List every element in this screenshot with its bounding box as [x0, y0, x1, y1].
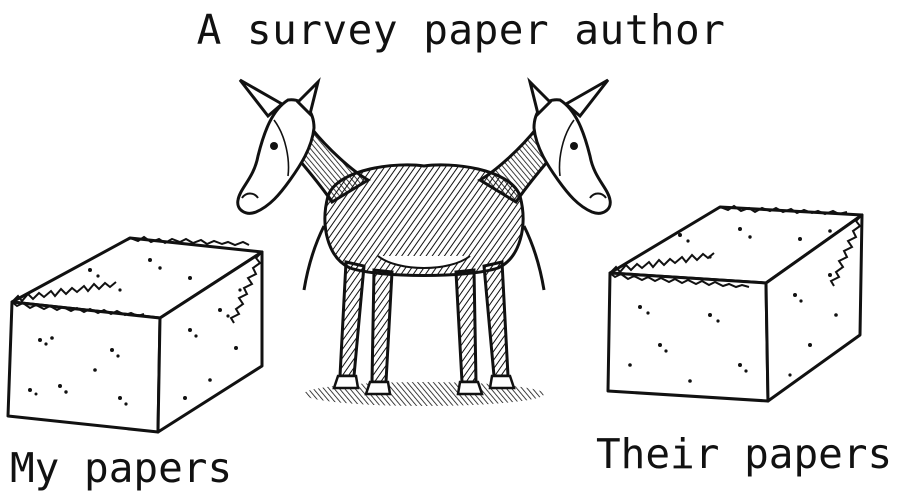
label-their-papers: Their papers [596, 430, 893, 478]
meme-title: A survey paper author [196, 6, 726, 54]
hay-bale-right [606, 204, 864, 403]
label-my-papers: My papers [10, 444, 233, 492]
two-headed-donkey [236, 77, 612, 406]
